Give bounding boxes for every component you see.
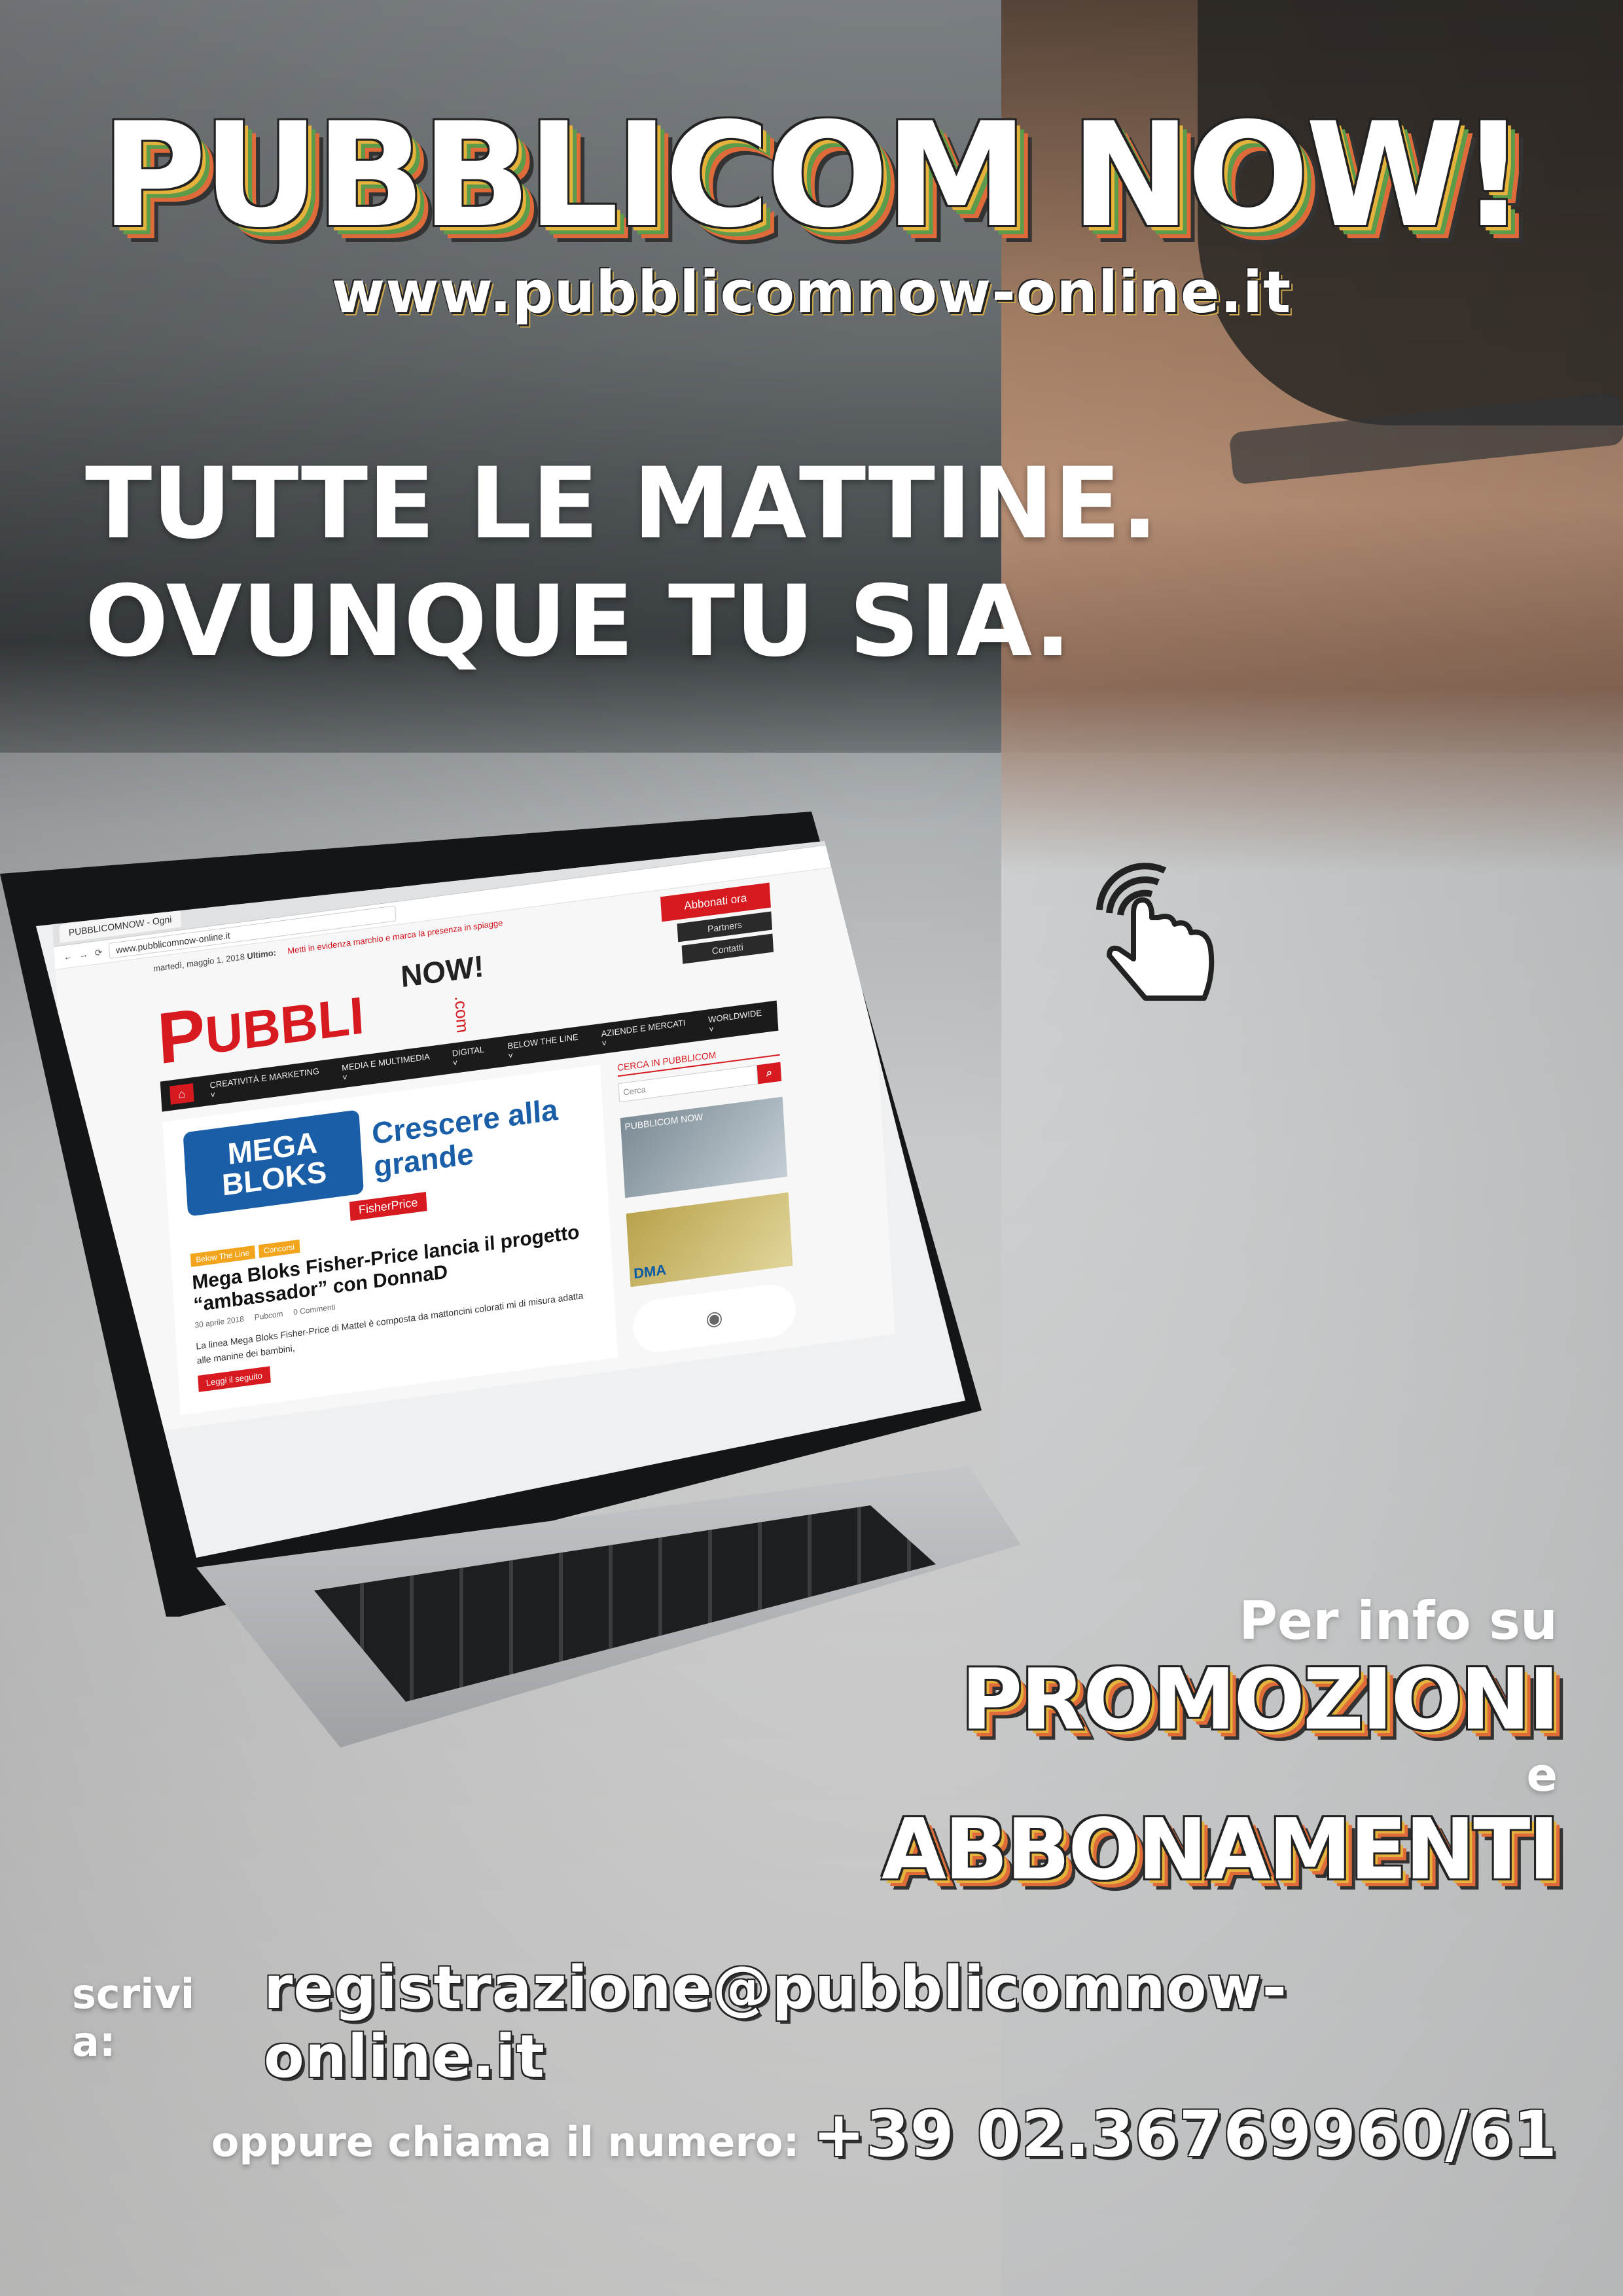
- home-icon[interactable]: ⌂: [169, 1083, 194, 1105]
- fisher-price-logo: FisherPrice: [349, 1192, 427, 1221]
- info-block: Per info su PROMOZIONI e ABBONAMENTI: [510, 1590, 1560, 1899]
- sidebar-network-graphic: ◉: [632, 1281, 797, 1355]
- site-date: martedì, maggio 1, 2018: [152, 952, 245, 974]
- contact-phone-row: oppure chiama il numero: +39 02.36769960…: [72, 2098, 1558, 2171]
- reload-icon[interactable]: ⟳: [94, 946, 103, 959]
- contact-phone[interactable]: +39 02.36769960/61: [812, 2098, 1558, 2171]
- nav-item-media[interactable]: MEDIA E MULTIMEDIA ˅: [342, 1050, 437, 1083]
- search-icon[interactable]: ⌕: [757, 1062, 782, 1085]
- site-sidebar: CERCA IN PUBBLICOM Cerca ⌕ PUBBLICOM NOW…: [616, 1041, 797, 1355]
- article-date: 30 aprile 2018: [194, 1314, 245, 1330]
- sidebar-ad-dma[interactable]: DMA: [626, 1192, 793, 1287]
- nav-item-creativita[interactable]: CREATIVITÀ E MARKETING ˅: [209, 1066, 326, 1100]
- tag-below-the-line[interactable]: Below The Line: [190, 1245, 255, 1267]
- site-logo-p: P: [155, 992, 208, 1080]
- main-article: MEGA BLOKS Crescere alla grande FisherPr…: [162, 1064, 618, 1415]
- tagline-line-1: TUTTE LE MATTINE.: [85, 447, 1158, 561]
- mega-bloks-slogan: Crescere alla grande: [370, 1092, 559, 1184]
- site-top-buttons: Abbonati ora Partners Contatti: [660, 882, 774, 966]
- info-abbonamenti: ABBONAMENTI: [881, 1801, 1560, 1899]
- site-logo-ubbli: UBBLI: [204, 986, 366, 1065]
- tagline-line-2: OVUNQUE TU SIA.: [85, 565, 1071, 679]
- tag-concorsi[interactable]: Concorsi: [258, 1239, 300, 1259]
- article-comments[interactable]: 0 Commenti: [293, 1302, 336, 1317]
- read-more-button[interactable]: Leggi il seguito: [198, 1366, 271, 1392]
- brand-title: PUBBLICOM NOW!: [101, 92, 1525, 259]
- nav-item-below-the-line[interactable]: BELOW THE LINE ˅: [507, 1031, 585, 1061]
- contact-scrivi-label: scrivi a:: [72, 1970, 195, 2066]
- info-per-info: Per info su: [1239, 1590, 1558, 1651]
- tagline: TUTTE LE MATTINE. OVUNQUE TU SIA.: [85, 445, 1329, 681]
- contact-block: scrivi a: registrazione@pubblicomnow-onl…: [72, 1954, 1558, 2171]
- article-author[interactable]: Pubcom: [254, 1309, 283, 1322]
- brand-url[interactable]: www.pubblicomnow-online.it: [0, 259, 1623, 326]
- forward-icon[interactable]: →: [79, 948, 88, 960]
- info-e: e: [1526, 1748, 1558, 1802]
- contact-email-row: scrivi a: registrazione@pubblicomnow-onl…: [72, 1954, 1558, 2091]
- touch-hand-icon: [1096, 863, 1215, 1001]
- site-logo-com: .com: [451, 994, 473, 1034]
- mega-bloks-logo: MEGA BLOKS: [183, 1109, 364, 1217]
- sidebar-ad-pubblicom[interactable]: PUBBLICOM NOW: [620, 1096, 788, 1198]
- nav-item-aziende[interactable]: AZIENDE E MERCATI ˅: [601, 1017, 692, 1049]
- back-icon[interactable]: ←: [63, 950, 73, 962]
- nav-item-worldwide[interactable]: WORLDWIDE ˅: [708, 1007, 769, 1035]
- nav-item-digital[interactable]: DIGITAL ˅: [452, 1043, 491, 1068]
- breaking-label: Ultimo:: [247, 947, 277, 961]
- contact-email[interactable]: registrazione@pubblicomnow-online.it: [264, 1954, 1558, 2091]
- contact-phone-label: oppure chiama il numero:: [211, 2118, 800, 2166]
- info-promozioni: PROMOZIONI: [961, 1651, 1560, 1749]
